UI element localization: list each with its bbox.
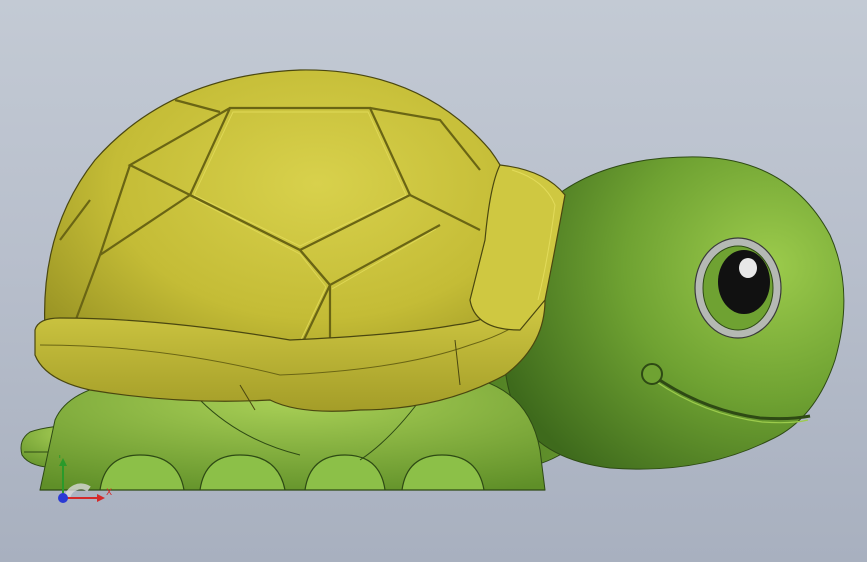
- z-axis-origin: [58, 493, 68, 503]
- cad-viewport[interactable]: X Y: [0, 0, 867, 562]
- axis-triad[interactable]: X Y: [45, 455, 125, 515]
- y-axis-arrow: [59, 458, 67, 498]
- turtle-eye: [694, 237, 782, 339]
- turtle-model[interactable]: [0, 0, 867, 562]
- x-axis-label: X: [106, 488, 112, 498]
- y-axis-label: Y: [56, 455, 63, 461]
- turtle-shell: [34, 69, 566, 412]
